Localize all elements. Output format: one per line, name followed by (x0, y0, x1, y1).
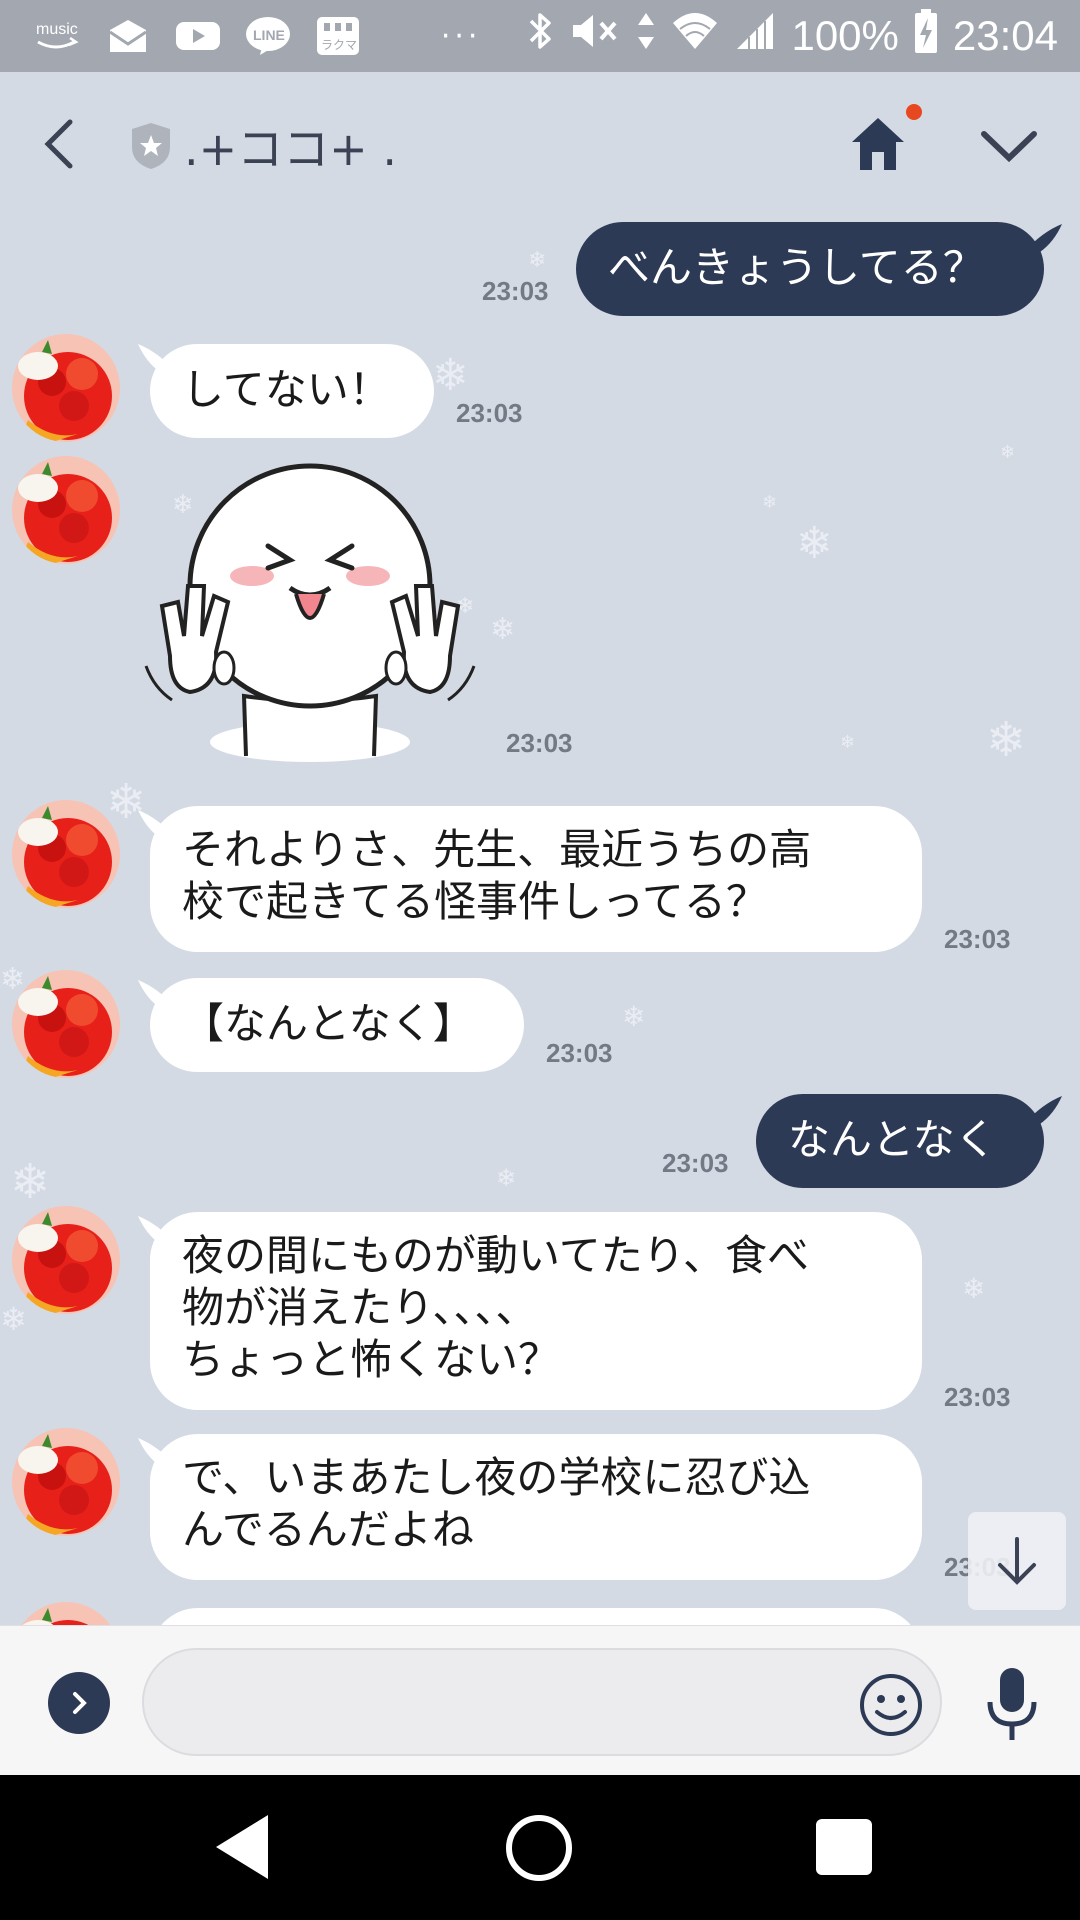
overflow-dots: ··· (440, 18, 482, 54)
chat-title-area[interactable]: .+ココ+ . (128, 116, 397, 176)
nav-back-button[interactable] (212, 1811, 274, 1883)
incoming-message-bubble[interactable]: してない！ (150, 344, 434, 438)
voice-input-button[interactable] (984, 1664, 1040, 1744)
message-list[interactable]: ❄ ❄ ❄ ❄ ❄ ❄ ❄ ❄ ❄ ❄ ❄ ❄ ❄ ❄ ❄ ❄ ❄ 23:03 … (0, 222, 1080, 1625)
avatar[interactable] (12, 1206, 120, 1314)
message-row: 23:03 なんとなく (0, 1094, 1080, 1194)
rakuma-label: ラクマ (321, 38, 357, 52)
signal-icon (733, 9, 777, 63)
moon-sticker[interactable] (140, 456, 480, 766)
menu-dropdown-button[interactable] (978, 120, 1040, 170)
bubble-tail (1024, 224, 1062, 252)
incoming-message-bubble[interactable]: 【なんとなく】 (150, 978, 524, 1072)
message-row: 23:03 (0, 456, 1080, 776)
notification-dot (906, 104, 922, 120)
message-row: してない！ 23:03 (0, 334, 1080, 444)
rakuma-icon: ラクマ (314, 15, 362, 57)
chevron-right-icon (73, 1692, 87, 1714)
message-row: それよりさ、先生、最近うちの高 校で起きてる怪事件しってる？ 23:03 (0, 800, 1080, 954)
message-row: で、いまあたし夜の学校に忍び込 んでるんだよね 23:03 (0, 1428, 1080, 1588)
nav-recents-button[interactable] (816, 1819, 872, 1875)
message-input[interactable] (142, 1648, 942, 1756)
mail-icon (104, 15, 152, 57)
incoming-message-bubble[interactable]: それよりさ、先生、最近うちの高 校で起きてる怪事件しってる？ (150, 806, 922, 952)
data-arrows-icon (635, 9, 657, 63)
line-label: LINE (253, 27, 285, 43)
message-row (0, 1602, 1080, 1625)
avatar[interactable] (12, 800, 120, 908)
message-row: 夜の間にものが動いてたり、食べ 物が消えたり、、、、 ちょっと怖くない？ 23:… (0, 1206, 1080, 1416)
mute-icon (569, 9, 621, 63)
avatar[interactable] (12, 1602, 120, 1625)
message-time: 23:03 (482, 276, 549, 306)
avatar[interactable] (12, 456, 120, 564)
message-time: 23:03 (546, 1038, 613, 1068)
bubble-tail (1024, 1096, 1062, 1124)
system-status: ··· 100% 23:04 (440, 8, 1058, 64)
arrow-down-icon (998, 1537, 1036, 1585)
avatar[interactable] (12, 1428, 120, 1536)
battery-percent: 100% (791, 12, 899, 59)
smiley-icon (860, 1674, 922, 1736)
outgoing-message-bubble[interactable]: なんとなく (756, 1094, 1044, 1188)
amazon-music-label: music (36, 21, 78, 38)
wifi-icon (671, 9, 719, 63)
message-input-bar (0, 1625, 1080, 1775)
line-icon: LINE (244, 15, 292, 57)
expand-menu-button[interactable] (48, 1672, 110, 1734)
nav-home-button[interactable] (504, 1813, 574, 1883)
shield-icon (132, 123, 170, 169)
incoming-message-bubble[interactable]: で、いまあたし夜の学校に忍び込 んでるんだよね (150, 1434, 922, 1580)
incoming-message-bubble[interactable]: 夜の間にものが動いてたり、食べ 物が消えたり、、、、 ちょっと怖くない？ (150, 1212, 922, 1410)
battery-charging-icon (913, 8, 939, 64)
chat-title: .+ココ+ . (184, 122, 397, 176)
message-time: 23:03 (506, 728, 573, 758)
youtube-icon (174, 15, 222, 57)
message-time: 23:03 (456, 398, 523, 428)
triangle-back-icon (216, 1815, 268, 1879)
message-time: 23:03 (944, 924, 1011, 954)
home-icon (852, 118, 904, 170)
status-bar: music LINE ラクマ ··· 100% 23:04 (0, 0, 1080, 72)
scroll-to-bottom-button[interactable] (968, 1512, 1066, 1610)
message-row: 23:03 べんきょうしてる？ (0, 222, 1080, 322)
incoming-message-bubble[interactable] (150, 1608, 922, 1625)
message-time: 23:03 (662, 1148, 729, 1178)
chat-header: .+ココ+ . (0, 72, 1080, 222)
avatar[interactable] (12, 334, 120, 442)
chevron-down-icon (981, 131, 1037, 163)
navigation-bar (0, 1775, 1080, 1920)
circle-home-icon (506, 1815, 572, 1881)
amazon-music-icon: music (34, 15, 82, 57)
notification-icons: music LINE ラクマ (34, 14, 362, 58)
microphone-icon (987, 1668, 1037, 1740)
bluetooth-icon (525, 9, 555, 63)
back-button[interactable] (36, 114, 86, 174)
outgoing-message-bubble[interactable]: べんきょうしてる？ (576, 222, 1044, 316)
chevron-left-icon (44, 119, 73, 169)
home-button[interactable] (848, 108, 908, 178)
message-time: 23:03 (944, 1382, 1011, 1412)
message-row: 【なんとなく】 23:03 (0, 970, 1080, 1080)
clock: 23:04 (952, 12, 1058, 59)
emoji-button[interactable] (858, 1672, 924, 1738)
avatar[interactable] (12, 970, 120, 1078)
